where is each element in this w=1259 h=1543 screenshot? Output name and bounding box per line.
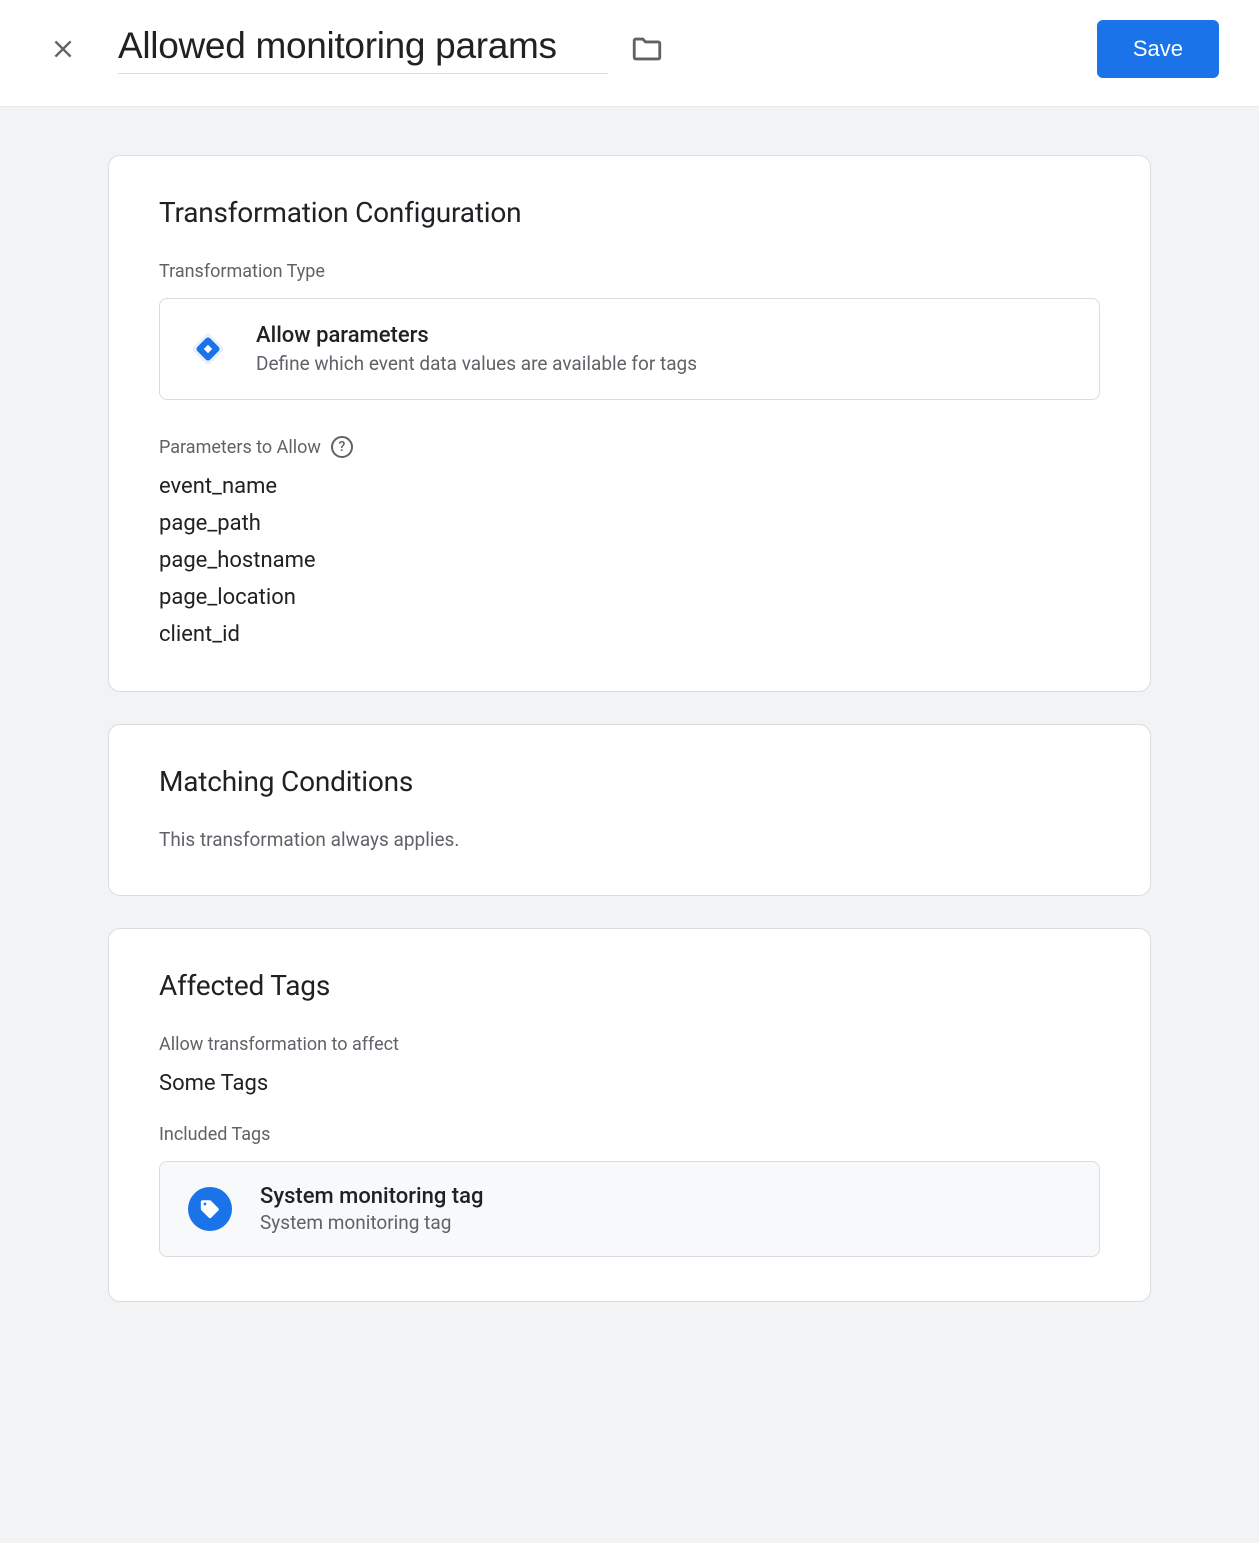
folder-button[interactable] [630,32,664,66]
header-bar: Save [0,0,1259,107]
transformation-type-label: Transformation Type [159,261,1100,282]
transformation-type-selector[interactable]: Allow parameters Define which event data… [159,298,1100,400]
transformation-config-card[interactable]: Transformation Configuration Transformat… [108,155,1151,692]
parameters-label: Parameters to Allow ? [159,436,1100,458]
diamond-icon [188,329,228,369]
title-input[interactable] [118,25,608,74]
parameter-item: page_location [159,585,1100,610]
content-area: Transformation Configuration Transformat… [0,107,1259,1543]
close-icon [50,36,76,62]
close-button[interactable] [48,34,78,64]
affect-value: Some Tags [159,1071,1100,1096]
parameter-item: page_path [159,511,1100,536]
transformation-type-name: Allow parameters [256,323,697,348]
help-icon[interactable]: ? [331,436,353,458]
affect-label: Allow transformation to affect [159,1034,1100,1055]
tag-subtitle: System monitoring tag [260,1211,483,1234]
parameter-list: event_name page_path page_hostname page_… [159,474,1100,647]
included-tags-label: Included Tags [159,1124,1100,1145]
save-button[interactable]: Save [1097,20,1219,78]
matching-conditions-card[interactable]: Matching Conditions This transformation … [108,724,1151,896]
card-title: Matching Conditions [159,765,1100,798]
tag-icon [188,1187,232,1231]
card-title: Transformation Configuration [159,196,1100,229]
parameter-item: event_name [159,474,1100,499]
card-title: Affected Tags [159,969,1100,1002]
parameter-item: page_hostname [159,548,1100,573]
tag-name: System monitoring tag [260,1184,483,1209]
parameter-item: client_id [159,622,1100,647]
transformation-type-description: Define which event data values are avail… [256,352,697,375]
affected-tags-card[interactable]: Affected Tags Allow transformation to af… [108,928,1151,1302]
conditions-text: This transformation always applies. [159,828,1100,851]
folder-icon [630,32,664,66]
included-tag-item[interactable]: System monitoring tag System monitoring … [159,1161,1100,1257]
